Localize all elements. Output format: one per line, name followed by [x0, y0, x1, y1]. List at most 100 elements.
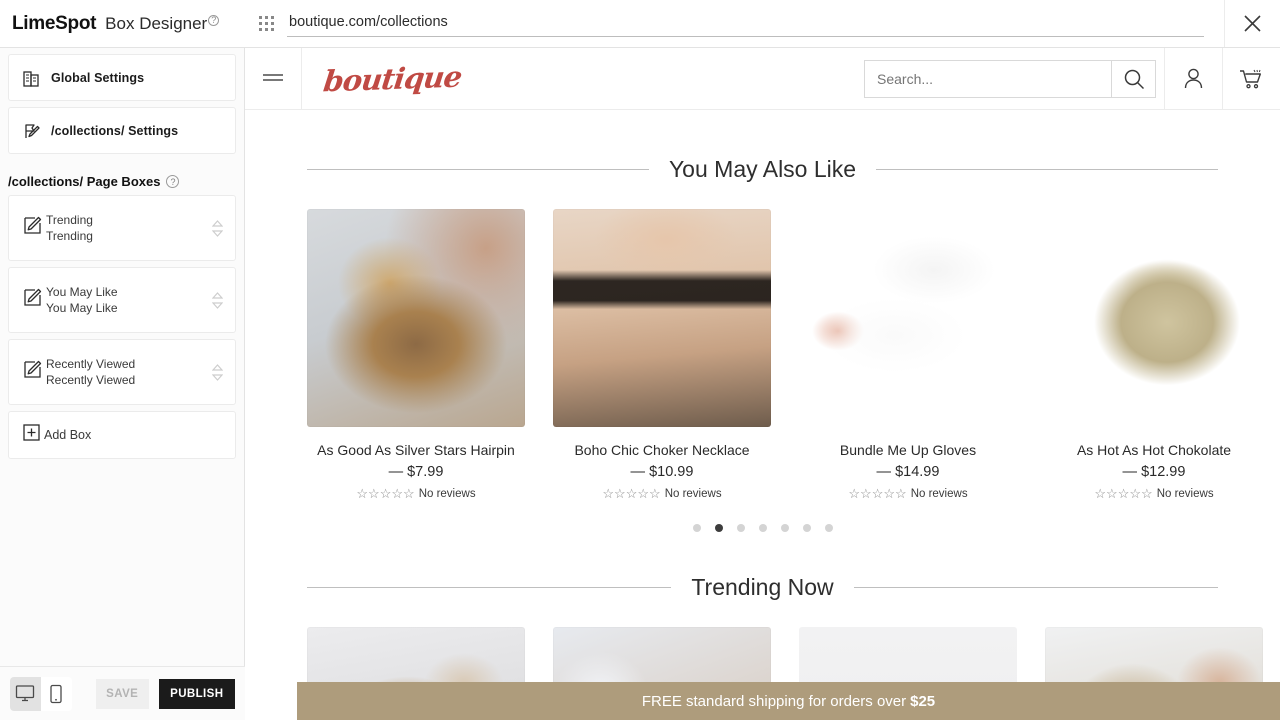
close-icon[interactable] — [1224, 0, 1280, 47]
carousel-dot[interactable] — [824, 524, 833, 532]
edit-box-icon — [23, 216, 42, 240]
promo-text: FREE standard shipping for orders over — [641, 692, 907, 710]
app-branding: LimeSpot Box Designer ? — [0, 13, 245, 35]
product-card[interactable]: Boho Chic Choker Necklace — $10.99 ☆☆☆☆☆… — [553, 209, 771, 500]
edit-box-icon — [23, 288, 42, 312]
app-top-bar: LimeSpot Box Designer ? — [0, 0, 1280, 48]
preview-url-field-wrapper — [287, 10, 1204, 37]
building-icon — [23, 69, 51, 87]
preview-url-input[interactable] — [287, 10, 1204, 37]
page-box-text: Recently Viewed Recently Viewed — [46, 356, 209, 388]
reorder-handle-icon[interactable] — [209, 291, 225, 309]
carousel-dot[interactable] — [758, 524, 767, 532]
edit-box-icon — [23, 360, 42, 384]
product-image[interactable] — [307, 209, 525, 427]
store-logo[interactable]: boutique — [302, 48, 864, 109]
app-brand-name: LimeSpot — [12, 12, 97, 34]
review-count: No reviews — [1156, 487, 1214, 500]
app-product-name: Box Designer — [105, 13, 208, 33]
product-card[interactable]: As Hot As Hot Chokolate — $12.99 ☆☆☆☆☆ N… — [1045, 209, 1263, 500]
sidebar-item-label: Global Settings — [51, 70, 145, 85]
product-name: Bundle Me Up Gloves — [839, 442, 977, 458]
product-name: As Hot As Hot Chokolate — [1076, 442, 1232, 458]
search-box — [864, 59, 1156, 98]
review-count: No reviews — [910, 487, 968, 500]
carousel-dot[interactable] — [780, 524, 789, 532]
star-rating-icon: ☆☆☆☆☆ — [848, 486, 907, 501]
product-price: — $12.99 — [1122, 464, 1186, 480]
reorder-handle-icon[interactable] — [209, 219, 225, 237]
plus-box-icon — [23, 424, 40, 446]
page-boxes-heading: /collections/ Page Boxes ? — [0, 160, 244, 195]
product-row-you-may-also-like: As Good As Silver Stars Hairpin — $7.99 … — [245, 209, 1280, 500]
user-icon[interactable] — [1164, 48, 1222, 109]
section-heading-you-may-also-like: You May Also Like — [245, 156, 1280, 183]
reorder-handle-icon[interactable] — [209, 363, 225, 381]
store-header: boutique — [245, 48, 1280, 110]
cart-icon[interactable] — [1222, 48, 1280, 109]
sidebar-item-global-settings[interactable]: Global Settings — [8, 54, 236, 101]
store-search-zone — [864, 48, 1164, 109]
promo-banner: FREE standard shipping for orders over $… — [297, 682, 1280, 720]
page-box-subtitle: Trending — [46, 229, 93, 243]
product-card[interactable]: Bundle Me Up Gloves — $14.99 ☆☆☆☆☆ No re… — [799, 209, 1017, 500]
star-rating-icon: ☆☆☆☆☆ — [1094, 486, 1153, 501]
divider-line — [307, 587, 672, 588]
pencil-flag-icon — [23, 122, 51, 140]
save-button[interactable]: SAVE — [95, 678, 149, 709]
page-box-title: You May Like — [46, 284, 118, 299]
page-box-trending[interactable]: Trending Trending — [8, 195, 236, 261]
page-box-title: Recently Viewed — [46, 356, 136, 371]
promo-amount: $25 — [910, 692, 936, 710]
mobile-icon[interactable] — [40, 676, 72, 711]
help-icon[interactable]: ? — [208, 14, 220, 26]
page-box-title: Trending — [46, 212, 93, 227]
search-input[interactable] — [865, 70, 1111, 87]
page-box-subtitle: You May Like — [46, 301, 118, 315]
page-box-text: Trending Trending — [46, 212, 209, 244]
sidebar-item-label: /collections/ Settings — [51, 123, 179, 138]
page-box-recently-viewed[interactable]: Recently Viewed Recently Viewed — [8, 339, 236, 405]
grid-dots-icon[interactable] — [255, 16, 277, 31]
carousel-dot[interactable] — [692, 524, 701, 532]
product-rating: ☆☆☆☆☆ No reviews — [553, 487, 771, 500]
product-image[interactable] — [553, 209, 771, 427]
divider-line — [853, 587, 1219, 588]
product-image[interactable] — [1045, 209, 1263, 427]
product-image[interactable] — [799, 209, 1017, 427]
product-rating: ☆☆☆☆☆ No reviews — [799, 487, 1017, 500]
product-price: — $7.99 — [388, 464, 444, 480]
desktop-icon[interactable] — [10, 676, 41, 711]
device-toggle — [10, 676, 72, 711]
page-box-subtitle: Recently Viewed — [46, 373, 136, 387]
product-card[interactable]: As Good As Silver Stars Hairpin — $7.99 … — [307, 209, 525, 500]
page-box-text: You May Like You May Like — [46, 284, 209, 316]
star-rating-icon: ☆☆☆☆☆ — [602, 486, 661, 501]
help-icon[interactable]: ? — [166, 175, 180, 188]
product-rating: ☆☆☆☆☆ No reviews — [1045, 487, 1263, 500]
product-rating: ☆☆☆☆☆ No reviews — [307, 487, 525, 500]
product-price: — $14.99 — [876, 464, 940, 480]
section-heading-trending-now: Trending Now — [245, 574, 1280, 601]
sidebar-item-page-settings[interactable]: /collections/ Settings — [8, 107, 236, 154]
page-box-you-may-like[interactable]: You May Like You May Like — [8, 267, 236, 333]
carousel-dot[interactable] — [736, 524, 745, 532]
divider-line — [876, 169, 1219, 170]
designer-sidebar: Global Settings /collections/ Settings /… — [0, 48, 245, 720]
product-name: Boho Chic Choker Necklace — [574, 442, 750, 458]
carousel-dot[interactable] — [802, 524, 811, 532]
search-icon[interactable] — [1111, 60, 1155, 97]
section-title: Trending Now — [691, 574, 834, 600]
store-logo-text: boutique — [321, 59, 464, 98]
hamburger-icon[interactable] — [245, 48, 302, 109]
carousel-pagination — [245, 524, 1280, 532]
add-box-button[interactable]: Add Box — [8, 411, 236, 459]
add-box-label: Add Box — [44, 428, 92, 442]
section-title: You May Also Like — [668, 156, 857, 182]
product-name: As Good As Silver Stars Hairpin — [317, 442, 515, 458]
publish-button[interactable]: PUBLISH — [158, 678, 235, 709]
review-count: No reviews — [664, 487, 722, 500]
store-preview-frame: boutique Search... You May Also Like As … — [245, 48, 1280, 720]
page-boxes-title: /collections/ Page Boxes — [8, 174, 161, 189]
carousel-dot-active[interactable] — [714, 524, 723, 532]
